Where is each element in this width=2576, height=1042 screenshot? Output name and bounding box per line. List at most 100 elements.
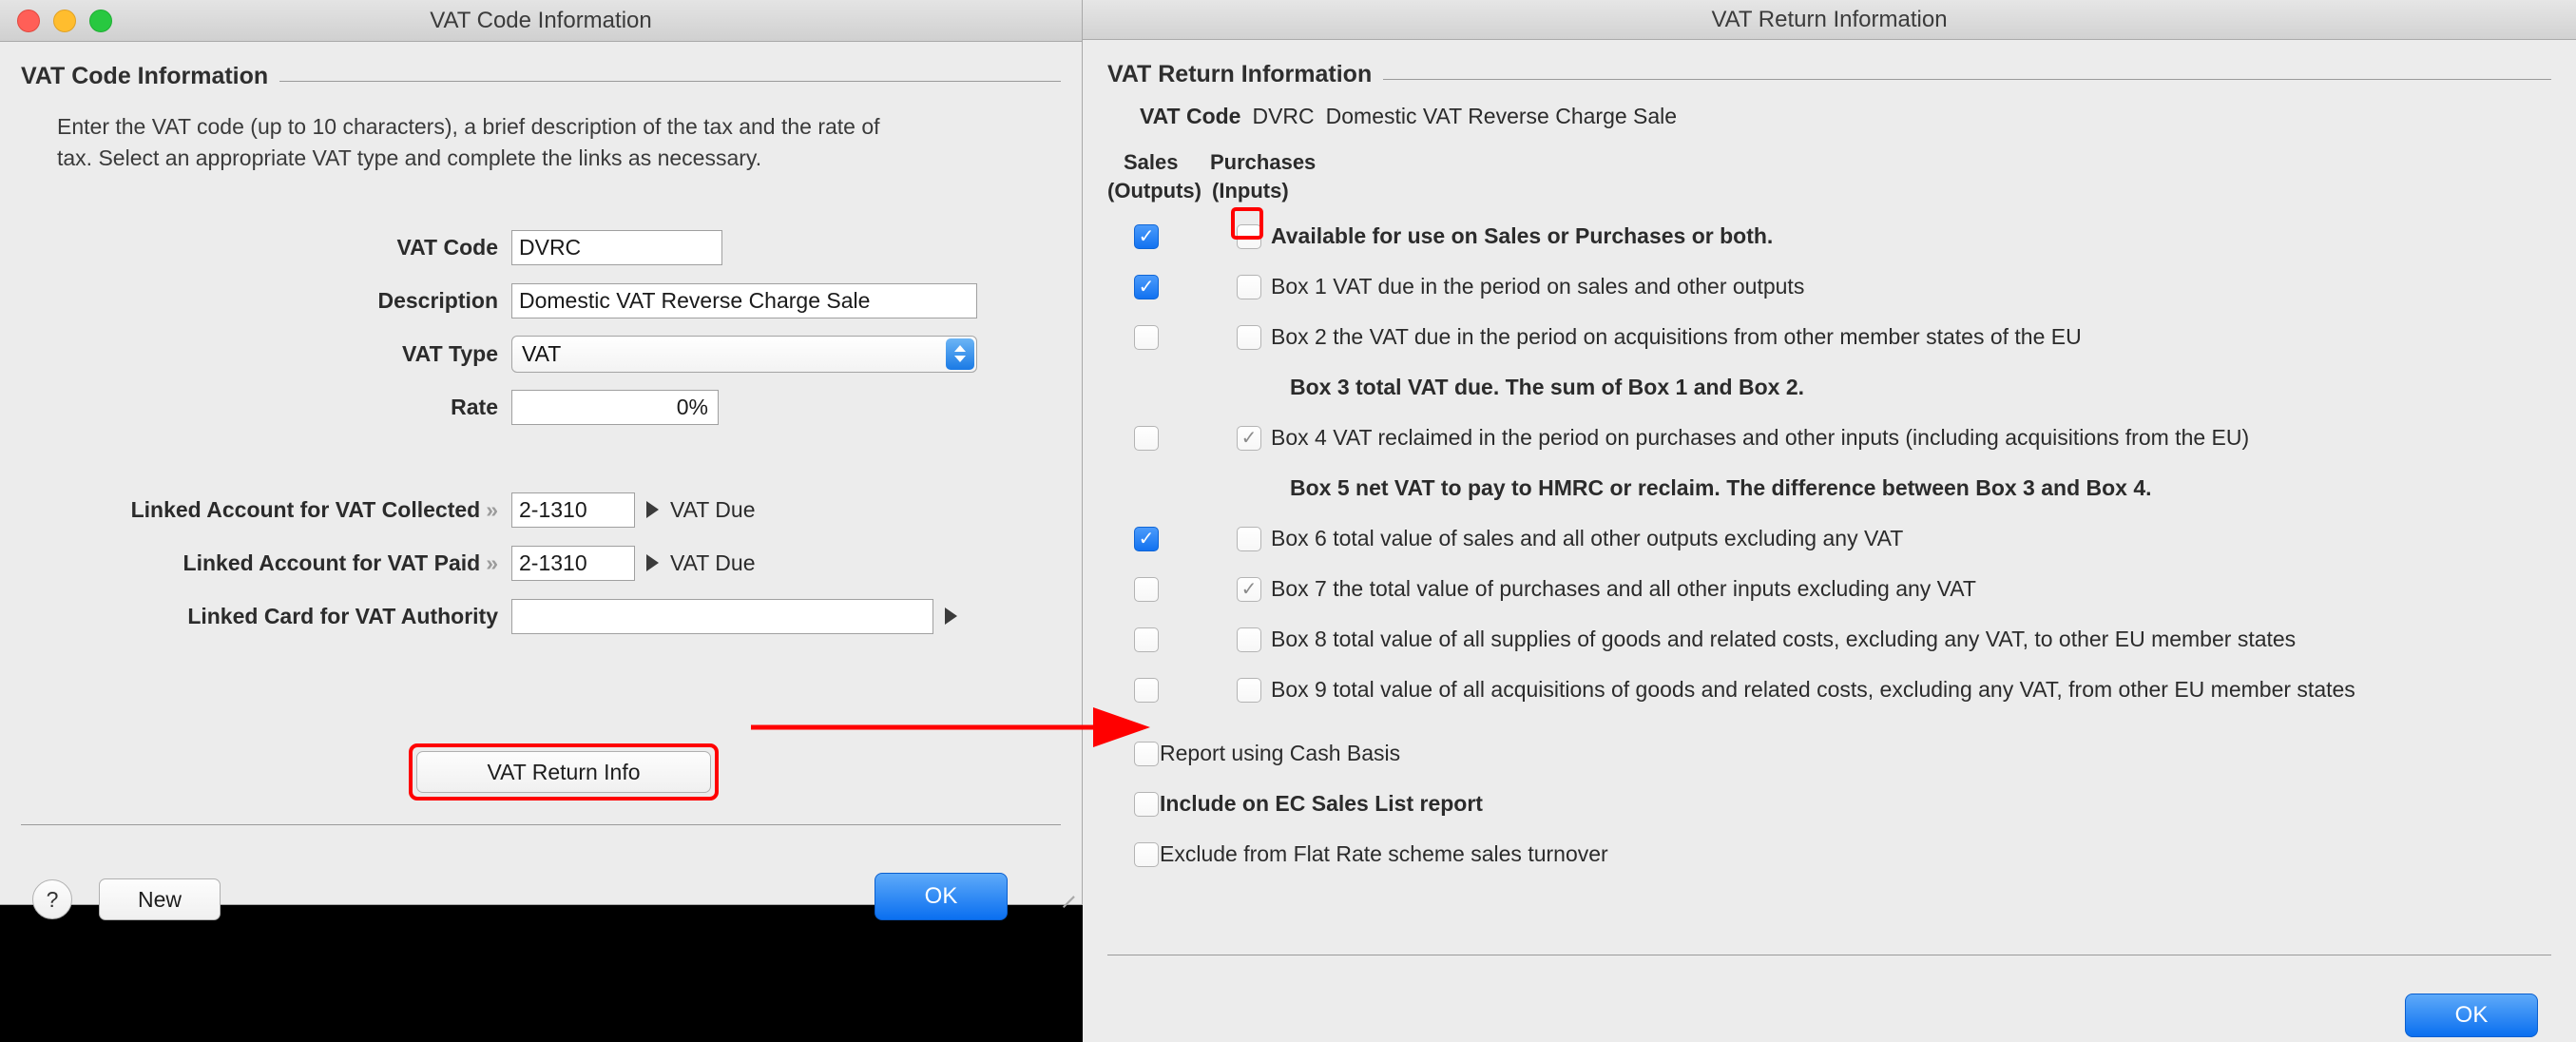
sales-checkbox[interactable]	[1134, 627, 1159, 652]
vat-type-label: VAT Type	[402, 340, 498, 366]
option-checkbox[interactable]	[1134, 791, 1159, 817]
vat-return-note-row: Box 3 total VAT due. The sum of Box 1 an…	[1107, 362, 2551, 413]
account-lookup-arrow-icon[interactable]	[646, 501, 659, 519]
group-divider	[279, 81, 1061, 82]
linked-account-vat-paid-label: Linked Account for VAT Paid»	[183, 550, 498, 575]
help-button[interactable]: ?	[32, 879, 72, 919]
description-input[interactable]: Domestic VAT Reverse Charge Sale	[511, 282, 977, 318]
window-controls[interactable]	[17, 9, 112, 32]
vat-return-row-label: Box 2 the VAT due in the period on acqui…	[1271, 324, 2082, 349]
vat-return-rows: ✓ Available for use on Sales or Purchases…	[1107, 207, 2551, 715]
vat-return-info-highlight: VAT Return Info	[409, 743, 719, 801]
left-window-body: VAT Code Information Enter the VAT code …	[0, 42, 1082, 920]
column-headers: Sales (Outputs) Purchases (Inputs)	[1107, 150, 2551, 209]
left-window-title: VAT Code Information	[430, 7, 652, 33]
vat-type-select[interactable]: VAT	[511, 335, 977, 373]
field-row-vat-code: VAT Code DVRC	[21, 221, 1061, 274]
vat-code-summary-description: Domestic VAT Reverse Charge Sale	[1325, 104, 1678, 128]
vat-return-row-label: Available for use on Sales or Purchases …	[1271, 223, 1774, 248]
right-group-divider	[1383, 79, 2551, 80]
option-checkbox[interactable]	[1134, 741, 1159, 766]
vat-return-row-label: Box 8 total value of all supplies of goo…	[1271, 627, 2297, 651]
chevron-updown-icon[interactable]	[946, 338, 974, 370]
vat-return-info-button[interactable]: VAT Return Info	[416, 751, 711, 793]
group-title: VAT Code Information	[21, 63, 269, 89]
vat-return-information-window: VAT Return Information VAT Return Inform…	[1083, 0, 2576, 1042]
option-label: Exclude from Flat Rate scheme sales turn…	[1160, 841, 1608, 866]
card-lookup-arrow-icon[interactable]	[945, 608, 957, 626]
vat-return-row-label: Box 4 VAT reclaimed in the period on pur…	[1271, 425, 2250, 450]
vat-return-row-label: Box 6 total value of sales and all other…	[1271, 526, 1904, 550]
sales-checkbox[interactable]: ✓	[1134, 223, 1159, 249]
purchases-checkbox-highlight	[1231, 207, 1263, 240]
vat-return-row: Box 2 the VAT due in the period on acqui…	[1107, 312, 2551, 362]
sales-checkbox[interactable]: ✓	[1134, 526, 1159, 551]
option-checkbox[interactable]	[1134, 841, 1159, 867]
minimize-window-icon[interactable]	[53, 9, 76, 32]
purchases-checkbox[interactable]: ✓	[1237, 576, 1261, 602]
field-row-linked-account-vat-collected: Linked Account for VAT Collected» 2-1310…	[21, 483, 1061, 536]
left-footer-buttons: ? New	[32, 878, 221, 920]
rate-label: Rate	[451, 394, 498, 419]
vat-code-summary-label: VAT Code	[1140, 104, 1241, 128]
vat-code-label: VAT Code	[396, 234, 498, 260]
vat-code-information-group-header: VAT Code Information	[21, 63, 1061, 90]
linked-card-vat-authority-input[interactable]	[511, 598, 933, 634]
vat-return-option-row: Include on EC Sales List report	[1107, 779, 2551, 829]
vat-return-note-text: Box 5 net VAT to pay to HMRC or reclaim.…	[1290, 475, 2152, 500]
vat-return-option-rows: Report using Cash Basis Include on EC Sal…	[1107, 728, 2551, 879]
vat-return-information-group-header: VAT Return Information	[1107, 61, 2551, 88]
purchases-checkbox[interactable]	[1237, 627, 1261, 652]
field-row-description: Description Domestic VAT Reverse Charge …	[21, 274, 1061, 327]
sales-checkbox[interactable]	[1134, 677, 1159, 703]
right-window-title: VAT Return Information	[1711, 6, 1948, 32]
instructions-text: Enter the VAT code (up to 10 characters)…	[57, 114, 880, 170]
linked-card-vat-authority-label: Linked Card for VAT Authority	[187, 603, 498, 628]
sales-checkbox[interactable]	[1134, 576, 1159, 602]
purchases-checkbox[interactable]	[1237, 677, 1261, 703]
vat-return-row: ✓ Available for use on Sales or Purchases…	[1107, 207, 2551, 261]
purchases-checkbox[interactable]	[1237, 324, 1261, 350]
vat-code-summary-value: DVRC	[1252, 104, 1315, 128]
field-row-rate: Rate 0%	[21, 380, 1061, 434]
sales-column-header-line2: (Outputs)	[1107, 179, 1201, 203]
new-button[interactable]: New	[99, 878, 221, 920]
vat-return-row: Box 8 total value of all supplies of goo…	[1107, 614, 2551, 665]
chevron-double-right-icon[interactable]: »	[486, 497, 498, 522]
chevron-double-right-icon[interactable]: »	[486, 550, 498, 575]
vat-return-option-row: Exclude from Flat Rate scheme sales turn…	[1107, 829, 2551, 879]
vat-code-summary: VAT Code DVRC Domestic VAT Reverse Charge …	[1140, 104, 2551, 129]
sales-checkbox[interactable]	[1134, 425, 1159, 451]
purchases-column-header-line2: (Inputs)	[1212, 179, 1289, 203]
left-ok-button[interactable]: OK	[875, 873, 1008, 920]
rate-input[interactable]: 0%	[511, 389, 719, 425]
vat-code-input[interactable]: DVRC	[511, 229, 722, 265]
linked-account-vat-paid-input[interactable]: 2-1310	[511, 545, 635, 581]
description-label: Description	[377, 287, 498, 313]
left-window-titlebar[interactable]: VAT Code Information	[0, 0, 1082, 42]
field-row-linked-card-vat-authority: Linked Card for VAT Authority	[21, 589, 1061, 643]
sales-column-header-line1: Sales	[1124, 150, 1179, 174]
vat-return-note-text: Box 3 total VAT due. The sum of Box 1 an…	[1290, 375, 1804, 399]
purchases-checkbox[interactable]	[1237, 274, 1261, 299]
zoom-window-icon[interactable]	[89, 9, 112, 32]
right-window-titlebar[interactable]: VAT Return Information	[1083, 0, 2576, 40]
sales-checkbox[interactable]: ✓	[1134, 274, 1159, 299]
resize-grip-icon[interactable]	[1059, 881, 1076, 909]
right-window-body: VAT Return Information VAT Code DVRC Domes…	[1083, 40, 2576, 1042]
linked-account-vat-collected-name: VAT Due	[670, 496, 756, 522]
linked-account-vat-collected-input[interactable]: 2-1310	[511, 492, 635, 528]
purchases-column-header-line1: Purchases	[1210, 150, 1317, 174]
vat-return-row-label: Box 9 total value of all acquisitions of…	[1271, 677, 2355, 702]
vat-return-row: ✓ Box 4 VAT reclaimed in the period on pu…	[1107, 413, 2551, 463]
sales-checkbox[interactable]	[1134, 324, 1159, 350]
linked-account-vat-paid-name: VAT Due	[670, 550, 756, 575]
purchases-checkbox[interactable]: ✓	[1237, 425, 1261, 451]
footer-divider	[21, 824, 1061, 825]
account-lookup-arrow-icon[interactable]	[646, 554, 659, 572]
right-ok-button[interactable]: OK	[2405, 994, 2538, 1037]
close-window-icon[interactable]	[17, 9, 40, 32]
vat-code-information-window: VAT Code Information VAT Code Informatio…	[0, 0, 1083, 920]
vat-code-form: VAT Code DVRC Description Domestic VAT R…	[21, 221, 1061, 643]
purchases-checkbox[interactable]	[1237, 526, 1261, 551]
